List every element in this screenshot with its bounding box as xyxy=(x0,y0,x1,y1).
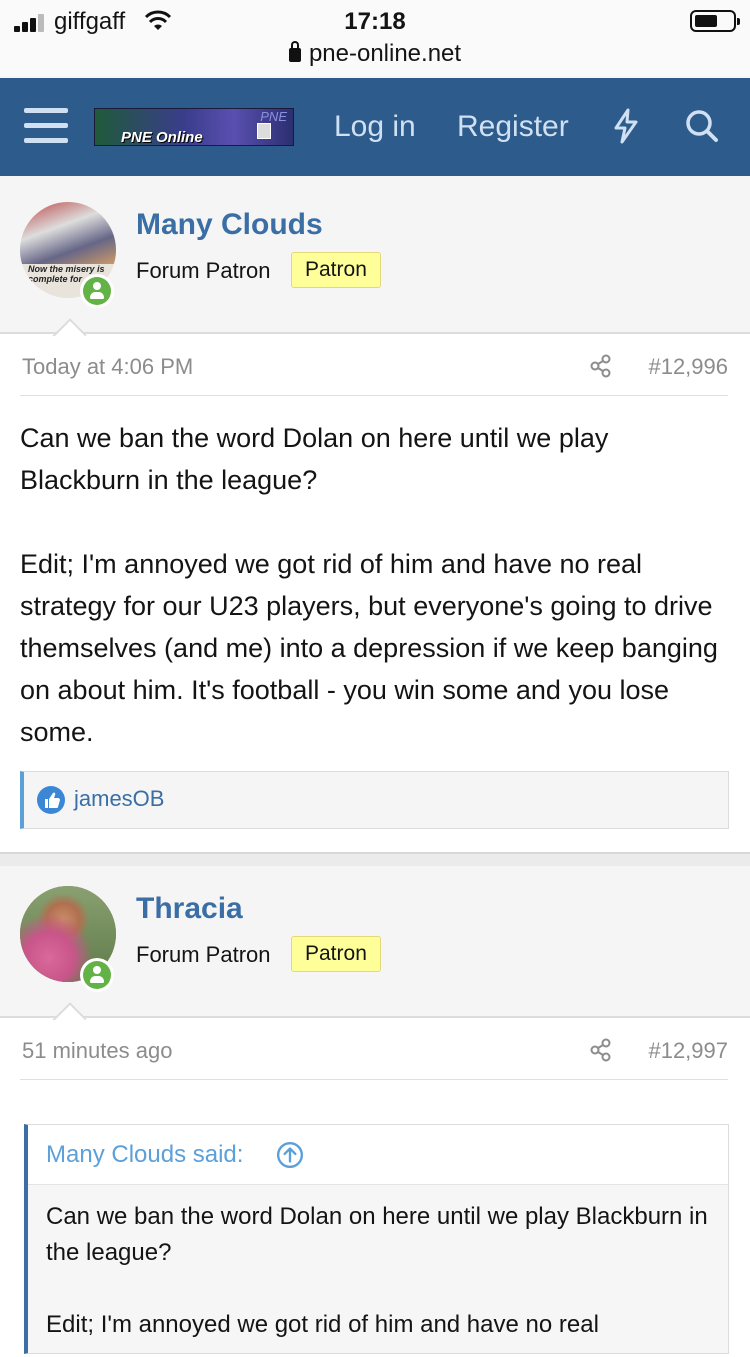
post-paragraph: Can we ban the word Dolan on here until … xyxy=(20,423,609,495)
reaction-user-link[interactable]: jamesOB xyxy=(74,786,164,812)
user-title: Forum Patron xyxy=(136,942,271,967)
search-icon[interactable] xyxy=(684,106,720,146)
url-text: pne-online.net xyxy=(308,40,462,67)
quote-author[interactable]: Many Clouds said: xyxy=(46,1141,243,1169)
post-divider xyxy=(0,852,750,866)
online-status-icon xyxy=(80,958,114,992)
address-bar[interactable]: pne-online.net xyxy=(0,40,750,68)
quote-paragraph: Can we ban the word Dolan on here until … xyxy=(46,1203,708,1266)
share-icon[interactable] xyxy=(590,354,612,378)
logo-text: PNE Online xyxy=(121,129,203,146)
lock-icon xyxy=(288,41,301,62)
jump-to-quote-icon[interactable] xyxy=(276,1141,304,1169)
clock: 17:18 xyxy=(344,8,406,35)
post-number[interactable]: #12,996 xyxy=(648,354,728,380)
post-author[interactable]: Thracia xyxy=(136,892,243,926)
site-navbar: PNE PNE Online Log in Register xyxy=(0,78,750,176)
speech-arrow xyxy=(50,1002,86,1020)
quote-paragraph: Edit; I'm annoyed we got rid of him and … xyxy=(46,1311,599,1338)
post-time[interactable]: Today at 4:06 PM xyxy=(22,354,193,380)
user-badge: Patron xyxy=(291,252,381,288)
post-number[interactable]: #12,997 xyxy=(648,1038,728,1064)
menu-icon[interactable] xyxy=(24,108,68,144)
user-title: Forum Patron xyxy=(136,258,271,283)
speech-arrow xyxy=(50,318,86,336)
quote-body: Can we ban the word Dolan on here until … xyxy=(28,1185,728,1357)
post-body: Can we ban the word Dolan on here until … xyxy=(20,417,732,753)
whats-new-bolt-icon[interactable] xyxy=(608,106,644,146)
crest-icon xyxy=(257,123,271,139)
post-author[interactable]: Many Clouds xyxy=(136,208,323,242)
post-meta: 51 minutes ago #12,997 xyxy=(20,1020,728,1080)
quote-header[interactable]: Many Clouds said: xyxy=(28,1125,728,1185)
like-icon xyxy=(37,786,65,814)
user-badge: Patron xyxy=(291,936,381,972)
status-bar: giffgaff 17:18 pne-online.net xyxy=(0,0,750,78)
share-icon[interactable] xyxy=(590,1038,612,1062)
online-status-icon xyxy=(80,274,114,308)
battery-icon xyxy=(690,10,740,32)
quote-block: Many Clouds said: Can we ban the word Do… xyxy=(24,1124,729,1354)
post-user-header: Now the misery is complete for Many Clou… xyxy=(0,176,750,334)
post-time[interactable]: 51 minutes ago xyxy=(22,1038,172,1064)
reactions-bar: jamesOB xyxy=(20,771,729,829)
post-meta: Today at 4:06 PM #12,996 xyxy=(20,336,728,396)
post-paragraph: Edit; I'm annoyed we got rid of him and … xyxy=(20,549,718,747)
logo-corner-text: PNE xyxy=(260,109,287,124)
login-link[interactable]: Log in xyxy=(334,110,416,144)
register-link[interactable]: Register xyxy=(457,110,569,144)
post-user-header: Thracia Forum Patron Patron xyxy=(0,866,750,1018)
site-logo[interactable]: PNE PNE Online xyxy=(94,108,294,146)
